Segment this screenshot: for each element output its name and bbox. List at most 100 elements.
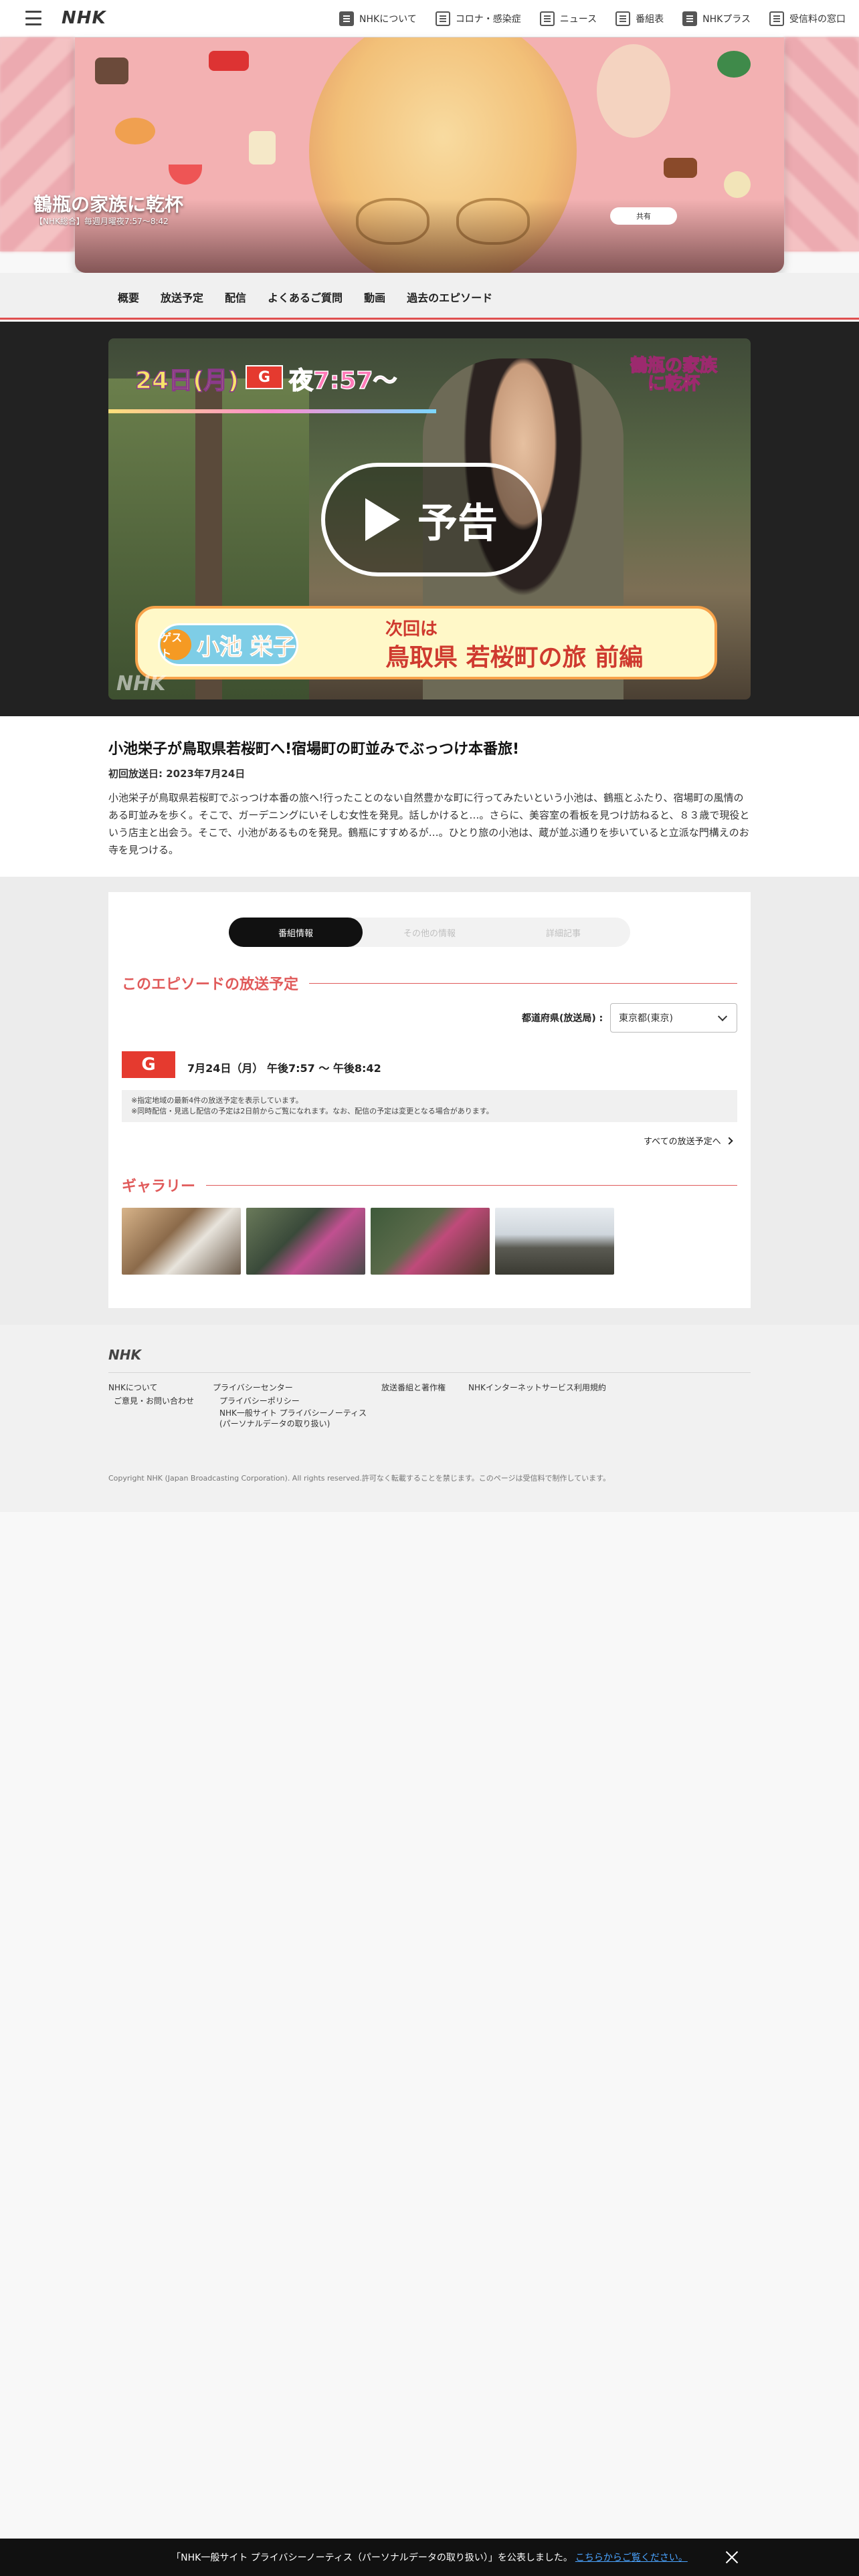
trailer-video[interactable]: 24日(月) G 夜7:57〜 鶴瓶の家族に乾杯 予告 ゲスト 小池 栄子 次回… xyxy=(108,338,751,700)
guest-name: 小池 栄子 xyxy=(197,633,296,661)
all-schedule-label: すべての放送予定へ xyxy=(644,1137,721,1147)
channel-badge: G xyxy=(122,1051,175,1078)
play-icon xyxy=(365,498,400,541)
privacy-banner: 「NHK一般サイト プライバシーノーティス（パーソナルデータの取り扱い）」を公表… xyxy=(0,2539,859,2576)
footer-logo[interactable]: NHK xyxy=(108,1347,141,1363)
topnav-nhkplus[interactable]: NHKプラス xyxy=(682,11,751,26)
subnav-faq[interactable]: よくあるご質問 xyxy=(268,289,343,305)
topnav-fee[interactable]: 受信料の窓口 xyxy=(769,11,846,26)
footer-link-copyright[interactable]: 放送番組と著作権 xyxy=(381,1382,446,1393)
video-watermark: NHK xyxy=(116,672,166,695)
topnav-corona[interactable]: コロナ・感染症 xyxy=(435,11,521,26)
footer-link-privacy-policy[interactable]: プライバシーポリシー xyxy=(219,1395,300,1406)
video-next-label: 次回は xyxy=(385,619,438,639)
gallery-thumb[interactable] xyxy=(122,1208,241,1275)
program-subnav: 概要 放送予定 配信 よくあるご質問 動画 過去のエピソード xyxy=(0,273,859,320)
nhk-icon xyxy=(339,11,355,26)
episode-first-air: 初回放送日: 2023年7月24日 xyxy=(108,768,246,780)
chevron-down-icon xyxy=(717,1011,728,1022)
info-tabs: 番組情報 その他の情報 詳細記事 xyxy=(229,918,630,947)
play-button[interactable]: 予告 xyxy=(321,463,542,576)
deco-bowl xyxy=(115,118,155,144)
video-date-bar: 24日(月) G 夜7:57〜 xyxy=(108,357,443,413)
video-guest-tag: ゲスト 小池 栄子 xyxy=(158,623,298,666)
virus-icon xyxy=(435,11,450,26)
footer-link-about[interactable]: NHKについて xyxy=(108,1382,158,1393)
gallery-thumb[interactable] xyxy=(495,1208,614,1275)
plus-icon xyxy=(682,11,698,26)
video-show-logo: 鶴瓶の家族に乾杯 xyxy=(630,356,718,395)
subnav-videos[interactable]: 動画 xyxy=(364,289,385,305)
video-place: 鳥取県 若桜町の旅 前編 xyxy=(385,644,644,671)
guest-tag-label: ゲスト xyxy=(161,629,192,660)
schedule-time: 7月24日（月） 午後7:57 〜 午後8:42 xyxy=(187,1062,381,1075)
schedule-icon xyxy=(615,11,631,26)
gallery xyxy=(122,1208,614,1275)
tab-program-info[interactable]: 番組情報 xyxy=(229,918,363,947)
program-schedule: 【NHK総合】毎週月曜夜7:57〜8:42 xyxy=(35,217,169,226)
tab-other-info[interactable]: その他の情報 xyxy=(363,918,496,947)
subnav-past-episodes[interactable]: 過去のエピソード xyxy=(407,289,492,305)
gallery-heading: ギャラリー xyxy=(122,1174,737,1196)
deco-pudding xyxy=(724,171,751,198)
episode-title: 小池栄子が鳥取県若桜町へ!宿場町の町並みでぶっつけ本番旅! xyxy=(108,741,520,758)
topnav-label: 受信料の窓口 xyxy=(789,14,846,25)
menu-icon[interactable] xyxy=(25,11,41,25)
schedule-note: ※同時配信・見逃し配信の予定は2日前からご覧になれます。なお、配信の予定は変更と… xyxy=(131,1107,494,1115)
deco-watermelon xyxy=(169,165,202,185)
video-time: 夜7:57〜 xyxy=(288,366,397,395)
privacy-banner-link[interactable]: こちらからご覧ください。 xyxy=(575,2551,688,2564)
footer-link-privacy-center[interactable]: プライバシーセンター xyxy=(213,1382,293,1393)
fee-icon xyxy=(769,11,784,26)
all-schedule-link[interactable]: すべての放送予定へ xyxy=(644,1134,733,1147)
region-value: 東京都(東京) xyxy=(619,1013,673,1024)
episode-description: 小池栄子が鳥取県若桜町でぶっつけ本番の旅へ!行ったことのない自然豊かな町に行って… xyxy=(108,792,750,856)
footer-link-terms[interactable]: NHKインターネットサービス利用規約 xyxy=(468,1382,606,1393)
tab-detail-articles[interactable]: 詳細記事 xyxy=(496,918,630,947)
deco-onigiri xyxy=(249,131,276,165)
footer-link-personal-data[interactable]: (パーソナルデータの取り扱い) xyxy=(219,1418,330,1429)
play-label: 予告 xyxy=(417,500,498,547)
top-nav: NHKについて コロナ・感染症 ニュース 番組表 NHKプラス 受信料の窓口 xyxy=(339,0,846,37)
subnav-schedule[interactable]: 放送予定 xyxy=(161,289,203,305)
topnav-news[interactable]: ニュース xyxy=(539,11,597,26)
gallery-heading-text: ギャラリー xyxy=(122,1178,196,1195)
topnav-schedule[interactable]: 番組表 xyxy=(615,11,664,26)
copyright-text: Copyright NHK (Japan Broadcasting Corpor… xyxy=(108,1474,611,1483)
video-channel-badge: G xyxy=(246,365,283,389)
topnav-nhk-about[interactable]: NHKについて xyxy=(339,11,417,26)
topnav-label: コロナ・感染症 xyxy=(455,14,521,25)
schedule-heading-text: このエピソードの放送予定 xyxy=(122,976,299,993)
chevron-right-icon xyxy=(725,1136,733,1145)
deco-portrait xyxy=(597,44,670,138)
privacy-banner-text: 「NHK一般サイト プライバシーノーティス（パーソナルデータの取り扱い）」を公表… xyxy=(171,2553,573,2563)
gallery-thumb[interactable] xyxy=(371,1208,490,1275)
topnav-label: ニュース xyxy=(559,14,597,25)
schedule-heading: このエピソードの放送予定 xyxy=(122,972,737,994)
deco-bonsai xyxy=(717,51,751,78)
schedule-note: ※指定地域の最新4件の放送予定を表示しています。 xyxy=(131,1096,303,1105)
deco-snack xyxy=(664,158,697,178)
gallery-thumb[interactable] xyxy=(246,1208,365,1275)
video-caption: ゲスト 小池 栄子 次回は 鳥取県 若桜町の旅 前編 xyxy=(135,606,717,679)
deco-animal xyxy=(95,58,128,84)
nhk-logo[interactable]: NHK xyxy=(62,8,106,28)
topnav-label: NHKについて xyxy=(359,14,417,25)
topnav-label: 番組表 xyxy=(636,14,664,25)
hero-card xyxy=(75,37,784,273)
topnav-label: NHKプラス xyxy=(702,14,751,25)
share-button[interactable]: 共有 xyxy=(610,207,677,225)
schedule-notes: ※指定地域の最新4件の放送予定を表示しています。 ※同時配信・見逃し配信の予定は… xyxy=(122,1090,737,1122)
footer-link-contact[interactable]: ご意見・お問い合わせ xyxy=(114,1395,194,1406)
footer-link-privacy-notice[interactable]: NHK一般サイト プライバシーノーティス xyxy=(219,1407,367,1418)
video-date-underline xyxy=(108,409,436,413)
hero-side-right xyxy=(784,37,859,251)
news-icon xyxy=(539,11,555,26)
subnav-streaming[interactable]: 配信 xyxy=(225,289,246,305)
subnav-overview[interactable]: 概要 xyxy=(118,289,139,305)
close-icon[interactable] xyxy=(725,2551,739,2564)
region-select[interactable]: 東京都(東京) xyxy=(610,1003,737,1033)
region-label: 都道府県(放送局) : xyxy=(522,1013,603,1024)
global-header: NHK NHKについて コロナ・感染症 ニュース 番組表 NHKプラス 受信料の… xyxy=(0,0,859,37)
deco-box xyxy=(209,51,249,71)
